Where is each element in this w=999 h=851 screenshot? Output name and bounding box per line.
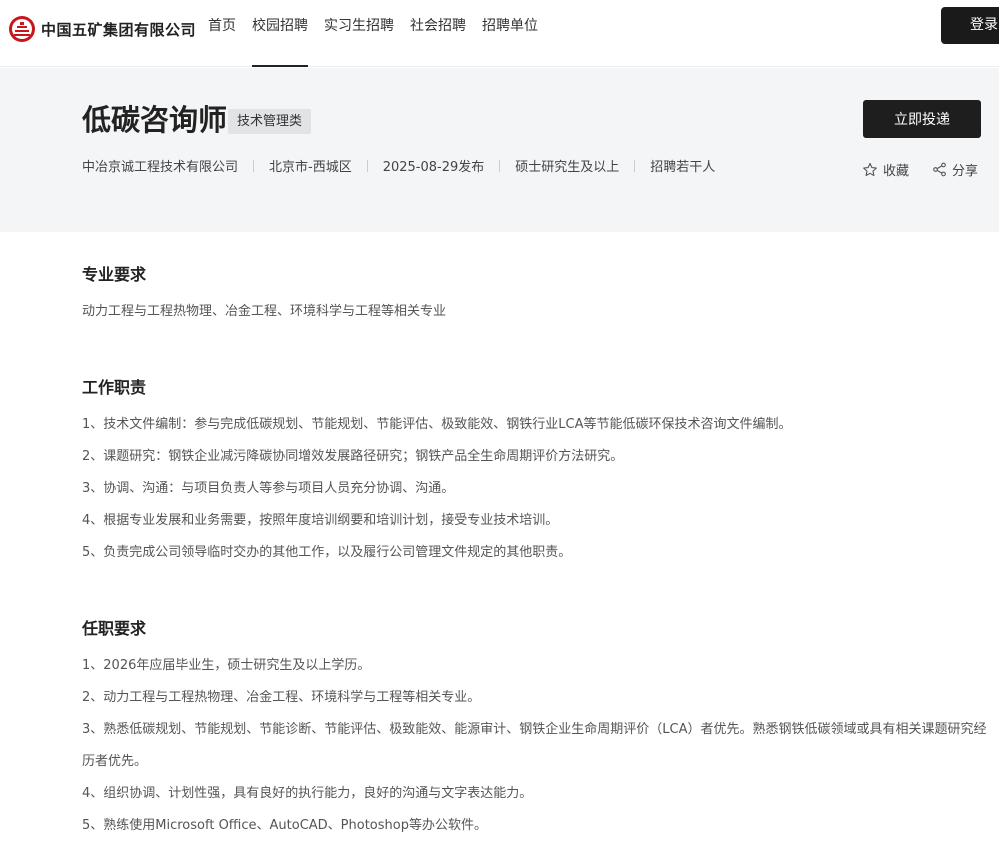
- duty-item: 4、根据专业发展和业务需要，按照年度培训纲要和培训计划，接受专业技术培训。: [82, 513, 559, 528]
- nav-campus-recruitment[interactable]: 校园招聘: [252, 0, 308, 67]
- duty-item: 3、协调、沟通：与项目负责人等参与项目人员充分协调、沟通。: [82, 481, 455, 496]
- nav-home[interactable]: 首页: [208, 0, 236, 67]
- job-header: 低碳咨询师 技术管理类 中冶京诚工程技术有限公司 北京市-西城区 2025-08-2…: [0, 68, 999, 232]
- favorite-button[interactable]: 收藏: [862, 160, 909, 179]
- job-title: 低碳咨询师: [82, 103, 228, 137]
- share-label: 分享: [952, 164, 979, 179]
- top-navbar: 中国五矿集团有限公司 首页 校园招聘 实习生招聘 社会招聘 招聘单位 登录: [0, 0, 999, 67]
- section-title-major: 专业要求: [82, 265, 147, 284]
- main-nav: 首页 校园招聘 实习生招聘 社会招聘 招聘单位: [208, 0, 554, 67]
- duty-item: 2、课题研究：钢铁企业减污降碳协同增效发展路径研究；钢铁产品全生命周期评价方法研…: [82, 449, 624, 464]
- duty-item: 5、负责完成公司领导临时交办的其他工作，以及履行公司管理文件规定的其他职责。: [82, 545, 572, 560]
- job-location: 北京市-西城区: [269, 160, 352, 175]
- company-logo[interactable]: 中国五矿集团有限公司: [8, 12, 196, 46]
- requirement-item: 5、熟练使用Microsoft Office、AutoCAD、Photoshop…: [82, 818, 487, 833]
- requirement-item: 1、2026年应届毕业生，硕士研究生及以上学历。: [82, 658, 371, 673]
- major-requirement-text: 动力工程与工程热物理、冶金工程、环境科学与工程等相关专业: [82, 304, 447, 319]
- education-requirement: 硕士研究生及以上: [515, 160, 620, 175]
- star-icon: [863, 162, 877, 176]
- nav-intern-recruitment[interactable]: 实习生招聘: [324, 0, 394, 67]
- requirement-item: 4、组织协调、计划性强，具有良好的执行能力，良好的沟通与文字表达能力。: [82, 786, 533, 801]
- section-title-requirements: 任职要求: [82, 619, 147, 638]
- minmetals-emblem-icon: [9, 16, 35, 42]
- divider: [366, 160, 368, 172]
- headcount: 招聘若干人: [650, 160, 716, 175]
- share-icon: [933, 162, 946, 177]
- duty-item: 1、技术文件编制：参与完成低碳规划、节能规划、节能评估、极致能效、钢铁行业LCA…: [82, 417, 792, 432]
- job-category-tag: 技术管理类: [228, 109, 312, 134]
- section-title-duties: 工作职责: [82, 378, 147, 397]
- login-button[interactable]: 登录: [941, 7, 999, 44]
- job-meta: 中冶京诚工程技术有限公司 北京市-西城区 2025-08-29发布 硕士研究生及以上 招…: [82, 154, 732, 182]
- nav-recruiting-units[interactable]: 招聘单位: [482, 0, 538, 67]
- divider: [253, 160, 255, 172]
- nav-social-recruitment[interactable]: 社会招聘: [410, 0, 466, 67]
- logo-text: 中国五矿集团有限公司: [41, 20, 197, 39]
- share-button[interactable]: 分享: [932, 160, 978, 179]
- apply-now-button[interactable]: 立即投递: [863, 100, 981, 138]
- publish-date: 2025-08-29发布: [382, 160, 485, 175]
- requirement-item: 3、熟悉低碳规划、节能规划、节能诊断、节能评估、极致能效、能源审计、钢铁企业生命…: [82, 722, 987, 769]
- divider: [634, 160, 636, 172]
- requirement-item: 2、动力工程与工程热物理、冶金工程、环境科学与工程等相关专业。: [82, 690, 481, 705]
- company-name: 中冶京诚工程技术有限公司: [82, 160, 239, 175]
- divider: [499, 160, 501, 172]
- favorite-label: 收藏: [883, 164, 910, 179]
